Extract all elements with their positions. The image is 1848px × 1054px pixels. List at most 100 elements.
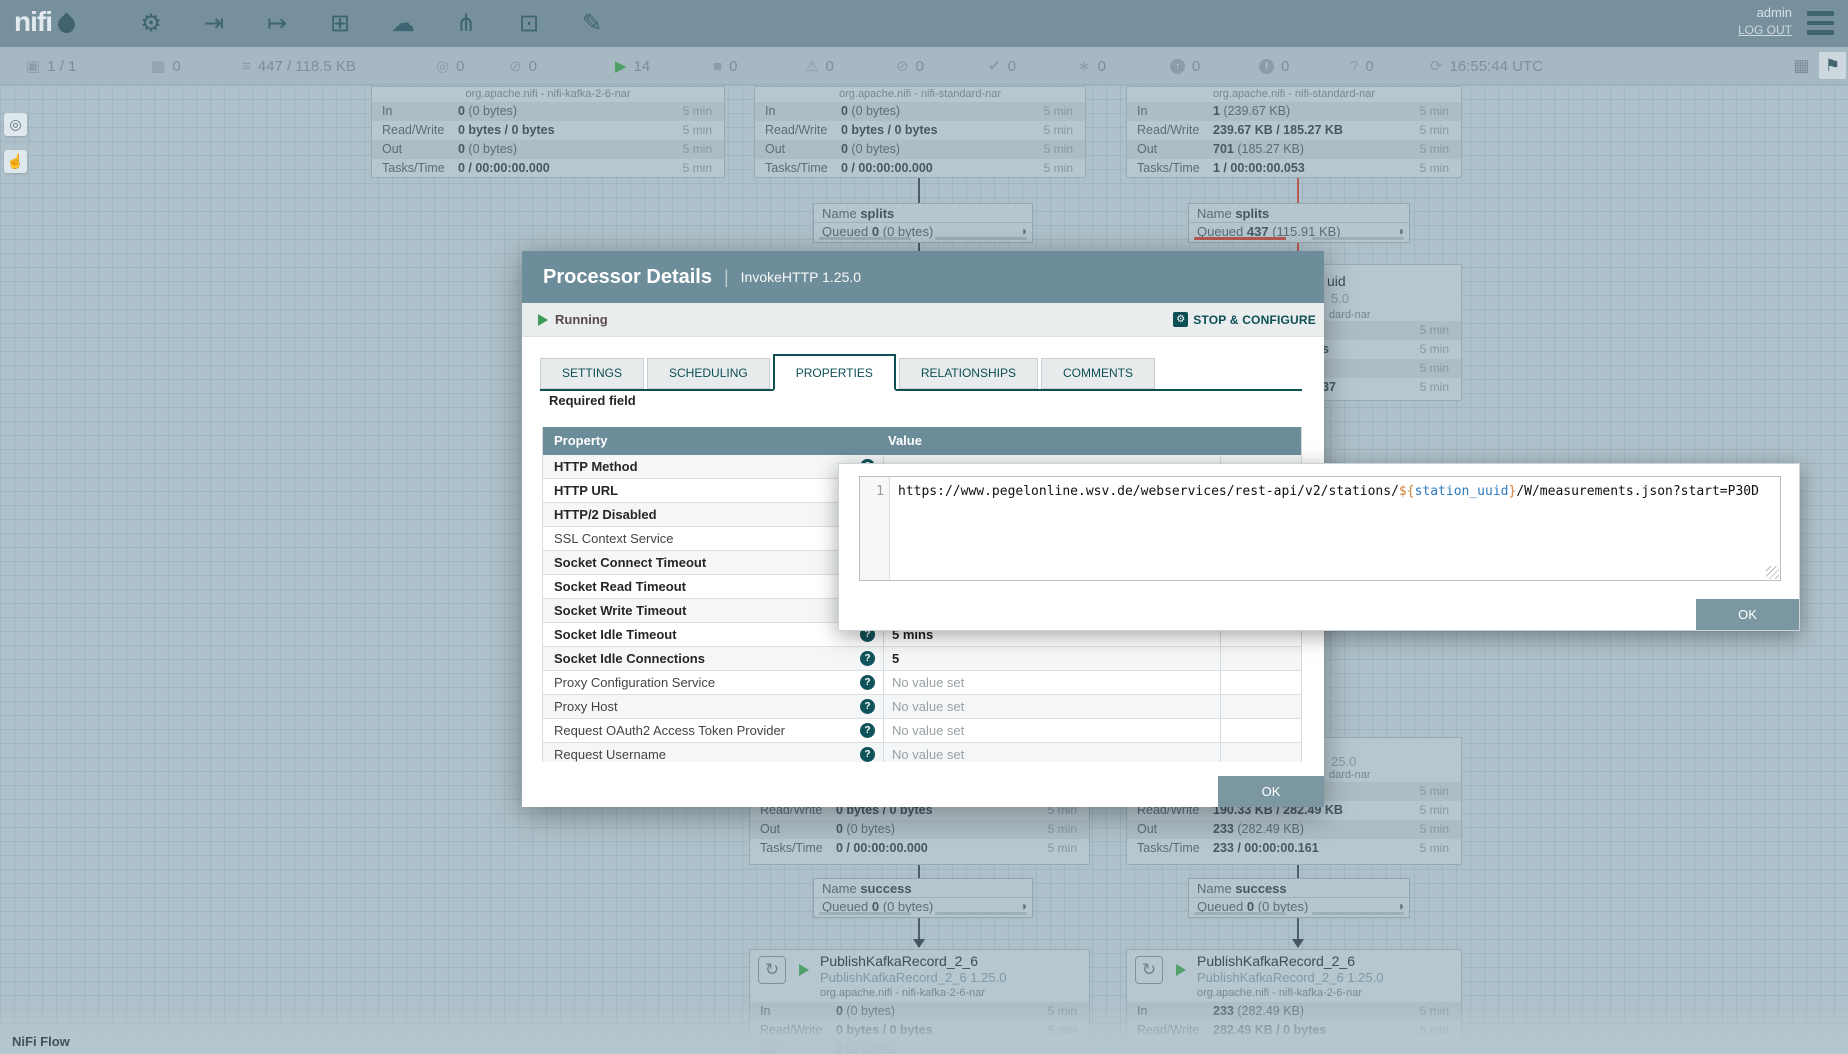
help-icon[interactable]: [860, 747, 875, 762]
nifi-drop-icon: [54, 12, 78, 36]
status-up-to-date: ✔0: [988, 47, 1016, 85]
stat-label: Out: [1137, 140, 1157, 159]
processor-header: ↻ PublishKafkaRecord_2_6 PublishKafkaRec…: [750, 950, 1089, 1002]
table-header: Property Value: [543, 427, 1301, 455]
stat-period: 5 min: [1420, 820, 1449, 839]
processor-bundle: org.apache.nifi - nifi-kafka-2-6-nar: [1197, 987, 1362, 999]
processor-icon[interactable]: ⚙: [134, 7, 168, 40]
funnel-icon[interactable]: ⋔: [449, 7, 483, 40]
threads-icon: ▦: [151, 57, 165, 75]
column-value: Value: [888, 433, 922, 448]
navigate-palette-icon[interactable]: ◎: [4, 113, 27, 136]
not-transmitting-icon: ⊘: [509, 57, 522, 75]
status-value: 0: [825, 58, 833, 75]
template-icon[interactable]: ⊡: [512, 7, 546, 40]
status-value: 1 / 1: [47, 58, 76, 75]
help-icon[interactable]: [860, 651, 875, 666]
refresh-status[interactable]: ⟳16:55:44 UTC: [1430, 47, 1543, 85]
stat-label: In: [382, 102, 392, 121]
connection-label[interactable]: Name success Queued 0 (0 bytes): [813, 878, 1033, 918]
property-value[interactable]: No value set: [884, 671, 1221, 694]
locally-modified-icon: ∗: [1078, 57, 1091, 75]
property-name: Socket Write Timeout: [543, 599, 884, 622]
tab-scheduling[interactable]: SCHEDULING: [647, 358, 770, 389]
stat-label: Read/Write: [382, 121, 444, 140]
stat-period: 5 min: [1420, 102, 1449, 121]
processor-node[interactable]: org.apache.nifi - nifi-standard-nar In0 …: [754, 86, 1086, 178]
operate-palette-icon[interactable]: ☝: [4, 150, 27, 173]
processor-node[interactable]: org.apache.nifi - nifi-standard-nar In1 …: [1126, 86, 1462, 178]
status-clustered-nodes: ▣1 / 1: [26, 47, 76, 85]
process-group-icon[interactable]: ⊞: [323, 7, 357, 40]
stop-and-configure-button[interactable]: STOP & CONFIGURE: [1173, 312, 1316, 327]
expression-open: ${: [1399, 484, 1415, 499]
stat-label: Out: [760, 820, 780, 839]
stat-value: 37: [1322, 378, 1336, 397]
stat-period: 5 min: [1048, 839, 1077, 858]
stat-row: Read/Write0 bytes / 0 bytes5 min: [372, 121, 724, 140]
status-running: ▶14: [615, 47, 650, 85]
locally-modified-stale-icon: !: [1259, 59, 1274, 74]
refresh-icon[interactable]: ⟳: [1430, 57, 1443, 75]
property-value[interactable]: No value set: [884, 719, 1221, 742]
size-threshold-bar: [1312, 912, 1404, 915]
status-value: 0: [1098, 58, 1106, 75]
status-not-transmitting: ⊘0: [509, 47, 537, 85]
transmitting-icon: ◎: [436, 57, 449, 75]
remote-process-group-icon[interactable]: ☁: [386, 7, 420, 40]
processor-bundle: org.apache.nifi - nifi-standard-nar: [1127, 87, 1461, 102]
resize-handle-icon[interactable]: [1766, 566, 1779, 579]
global-menu-icon[interactable]: [1807, 11, 1834, 40]
status-locally-modified: ∗0: [1078, 47, 1106, 85]
bottom-fade: [0, 999, 1848, 1054]
property-name: Socket Read Timeout: [543, 575, 884, 598]
status-value: 0: [1281, 58, 1289, 75]
stat-row: Out0 (0 bytes)5 min: [372, 140, 724, 159]
help-icon[interactable]: [860, 675, 875, 690]
input-port-icon[interactable]: ⇥: [197, 7, 231, 40]
bulletin-board-icon[interactable]: ⚑: [1819, 52, 1846, 79]
table-row: Request OAuth2 Access Token ProviderNo v…: [543, 719, 1301, 743]
size-threshold-bar: [935, 912, 1027, 915]
property-value[interactable]: No value set: [884, 695, 1221, 718]
stat-period: 5 min: [1044, 159, 1073, 178]
stat-row: Tasks/Time0 / 00:00:00.0005 min: [755, 159, 1085, 178]
stat-value: 0 bytes / 0 bytes: [841, 121, 938, 140]
tab-relationships[interactable]: RELATIONSHIPS: [899, 358, 1038, 389]
connection-name: Name splits: [814, 204, 1032, 223]
processor-type-fragment: 25.0: [1331, 754, 1356, 769]
birdseye-toggle-icon[interactable]: ▦: [1788, 52, 1815, 79]
running-state-icon: [1176, 964, 1186, 976]
stat-label: Tasks/Time: [1137, 159, 1200, 178]
value-editor-input[interactable]: https://www.pegelonline.wsv.de/webservic…: [890, 477, 1780, 580]
processor-bundle-fragment: dard-nar: [1329, 309, 1371, 321]
breadcrumb[interactable]: NiFi Flow: [12, 1034, 70, 1049]
editor-ok-button[interactable]: OK: [1696, 599, 1799, 630]
processor-title-fragment: uid: [1327, 273, 1346, 289]
object-threshold-bar: [1194, 912, 1286, 915]
connection-label[interactable]: Name splits Queued 0 (0 bytes): [813, 203, 1033, 243]
property-value[interactable]: No value set: [884, 743, 1221, 762]
processor-node[interactable]: org.apache.nifi - nifi-kafka-2-6-nar In0…: [371, 86, 725, 178]
output-port-icon[interactable]: ↦: [260, 7, 294, 40]
connection-label[interactable]: Name splits Queued 437 (115.91 KB): [1188, 203, 1410, 243]
tab-settings[interactable]: SETTINGS: [540, 358, 644, 389]
help-icon[interactable]: [860, 699, 875, 714]
connection-label[interactable]: Name success Queued 0 (0 bytes): [1188, 878, 1410, 918]
status-sync-failure: ?0: [1350, 47, 1374, 85]
stat-value: 701 (185.27 KB): [1213, 140, 1304, 159]
object-threshold-bar: [819, 237, 911, 240]
stat-value: 0 / 00:00:00.000: [841, 159, 933, 178]
stat-label: Tasks/Time: [760, 839, 823, 858]
stat-value: 1 (239.67 KB): [1213, 102, 1290, 121]
stat-period: 5 min: [683, 121, 712, 140]
label-icon[interactable]: ✎: [575, 7, 609, 40]
logout-link[interactable]: LOG OUT: [1738, 23, 1792, 37]
tab-comments[interactable]: COMMENTS: [1041, 358, 1155, 389]
tab-properties[interactable]: PROPERTIES: [773, 354, 896, 391]
property-value[interactable]: 5: [884, 647, 1221, 670]
dialog-ok-button[interactable]: OK: [1218, 776, 1324, 807]
connection-name: Name success: [1189, 879, 1409, 898]
stat-period: 5 min: [1420, 801, 1449, 820]
help-icon[interactable]: [860, 723, 875, 738]
